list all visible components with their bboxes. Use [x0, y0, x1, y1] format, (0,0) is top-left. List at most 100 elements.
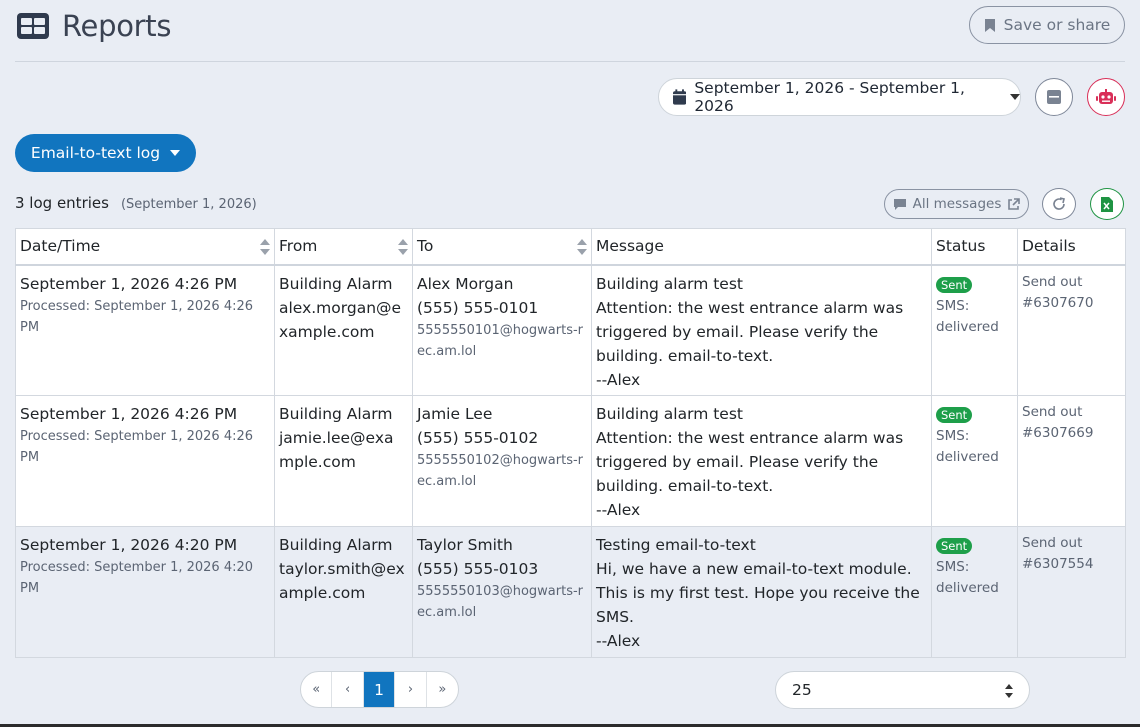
cell-datetime: September 1, 2026 4:26 PM Processed: Sep…: [15, 395, 275, 527]
refresh-button[interactable]: [1042, 188, 1076, 220]
message-body: Attention: the west entrance alarm was t…: [596, 429, 904, 495]
calendar-icon: [673, 89, 687, 105]
status-text: SMS: delivered: [936, 559, 999, 596]
details-link[interactable]: Send out #6307669: [1022, 402, 1121, 444]
to-name: Jamie Lee: [417, 405, 493, 423]
per-page-select[interactable]: 25: [775, 671, 1030, 709]
cell-from: Building Alarm taylor.smith@example.com: [274, 526, 413, 658]
save-share-button[interactable]: Save or share: [969, 6, 1125, 44]
details-link[interactable]: Send out #6307670: [1022, 272, 1121, 314]
save-share-label: Save or share: [1003, 16, 1111, 34]
log-count: 3 log entries: [15, 194, 109, 212]
to-name: Alex Morgan: [417, 274, 514, 293]
page-next-button[interactable]: ›: [395, 672, 427, 707]
cell-message: Testing email-to-text Hi, we have a new …: [591, 526, 932, 658]
sort-icon: [577, 239, 587, 255]
cell-status: Sent SMS: delivered: [931, 264, 1018, 396]
status-text: SMS: delivered: [936, 297, 999, 335]
archive-icon: [1047, 90, 1061, 104]
chevron-down-icon: [170, 150, 181, 156]
date-range-picker[interactable]: September 1, 2026 - September 1, 2026: [658, 78, 1021, 116]
column-header-details: Details: [1017, 228, 1126, 266]
column-header-datetime[interactable]: Date/Time: [15, 228, 275, 266]
message-subject: Building alarm test: [596, 405, 744, 423]
from-name: Building Alarm: [279, 536, 393, 554]
log-summary: 3 log entries (September 1, 2026): [15, 194, 257, 212]
message-body: Attention: the west entrance alarm was t…: [596, 298, 904, 365]
to-phone: (555) 555-0102: [417, 429, 539, 447]
date-range-label: September 1, 2026 - September 1, 2026: [694, 79, 965, 115]
excel-icon: [1101, 196, 1113, 212]
message-icon: [893, 198, 906, 210]
cell-datetime: September 1, 2026 4:20 PM Processed: Sep…: [15, 526, 275, 658]
robot-button[interactable]: [1087, 78, 1125, 116]
message-body: Hi, we have a new email-to-text module. …: [596, 560, 920, 626]
log-table: Date/Time From To Message Status Details…: [15, 228, 1126, 658]
page-header: Reports Save or share: [16, 4, 1125, 48]
all-messages-label: All messages: [912, 196, 1002, 212]
sort-icon: [398, 239, 408, 255]
column-header-to[interactable]: To: [412, 228, 592, 266]
cell-from: Building Alarm jamie.lee@example.com: [274, 395, 413, 527]
from-name: Building Alarm: [279, 274, 393, 293]
processed-datetime: Processed: September 1, 2026 4:20 PM: [20, 560, 254, 596]
page-current-button[interactable]: 1: [363, 672, 396, 707]
cell-details: Send out #6307554: [1017, 526, 1126, 658]
processed-datetime: Processed: September 1, 2026 4:26 PM: [20, 429, 254, 465]
to-name: Taylor Smith: [417, 536, 513, 554]
cell-status: Sent SMS: delivered: [931, 395, 1018, 527]
chevron-down-icon: [1010, 94, 1020, 100]
from-email: taylor.smith@example.com: [279, 560, 405, 602]
export-excel-button[interactable]: [1090, 188, 1124, 220]
from-name: Building Alarm: [279, 405, 393, 423]
message-subject: Testing email-to-text: [596, 536, 756, 554]
per-page-value: 25: [792, 681, 812, 699]
processed-datetime: Processed: September 1, 2026 4:26 PM: [20, 298, 254, 335]
sent-datetime: September 1, 2026 4:26 PM: [20, 405, 238, 423]
message-signature: --Alex: [596, 632, 641, 650]
table-icon: [16, 12, 50, 40]
pagination: « ‹ 1 › »: [300, 671, 459, 708]
table-row: September 1, 2026 4:26 PM Processed: Sep…: [15, 395, 1126, 527]
select-arrows-icon: [1005, 684, 1013, 698]
page-first-button[interactable]: «: [301, 672, 333, 707]
sent-datetime: September 1, 2026 4:20 PM: [20, 536, 238, 554]
bookmark-icon: [984, 18, 995, 32]
cell-from: Building Alarm alex.morgan@example.com: [274, 264, 413, 396]
cell-details: Send out #6307670: [1017, 264, 1126, 396]
refresh-icon: [1053, 197, 1065, 210]
to-email: 5555550102@hogwarts-rec.am.lol: [417, 453, 584, 489]
all-messages-button[interactable]: All messages: [884, 189, 1029, 219]
robot-icon: [1096, 89, 1116, 104]
cell-to: Alex Morgan (555) 555-0101 5555550101@ho…: [412, 264, 592, 396]
message-subject: Building alarm test: [596, 274, 744, 293]
column-header-status: Status: [931, 228, 1018, 266]
to-email: 5555550101@hogwarts-rec.am.lol: [417, 322, 584, 359]
status-badge: Sent: [936, 407, 973, 423]
page-title: Reports: [62, 9, 172, 43]
from-email: alex.morgan@example.com: [279, 298, 402, 341]
column-header-message: Message: [591, 228, 932, 266]
column-header-from[interactable]: From: [274, 228, 413, 266]
archive-button[interactable]: [1035, 78, 1073, 116]
status-badge: Sent: [936, 276, 973, 293]
sort-icon: [260, 239, 270, 255]
status-text: SMS: delivered: [936, 428, 999, 465]
from-email: jamie.lee@example.com: [279, 429, 394, 471]
page-last-button[interactable]: »: [427, 672, 458, 707]
page-prev-button[interactable]: ‹: [332, 672, 364, 707]
message-signature: --Alex: [596, 501, 641, 519]
cell-datetime: September 1, 2026 4:26 PM Processed: Sep…: [15, 264, 275, 396]
cell-status: Sent SMS: delivered: [931, 526, 1018, 658]
table-row: September 1, 2026 4:26 PM Processed: Sep…: [15, 264, 1126, 396]
cell-details: Send out #6307669: [1017, 395, 1126, 527]
details-link[interactable]: Send out #6307554: [1022, 533, 1121, 575]
report-type-dropdown[interactable]: Email-to-text log: [15, 134, 196, 172]
cell-to: Jamie Lee (555) 555-0102 5555550102@hogw…: [412, 395, 592, 527]
message-signature: --Alex: [596, 370, 641, 389]
external-link-icon: [1008, 197, 1021, 210]
status-badge: Sent: [936, 538, 973, 554]
to-phone: (555) 555-0101: [417, 298, 539, 317]
log-date: (September 1, 2026): [120, 197, 257, 212]
sent-datetime: September 1, 2026 4:26 PM: [20, 274, 238, 293]
